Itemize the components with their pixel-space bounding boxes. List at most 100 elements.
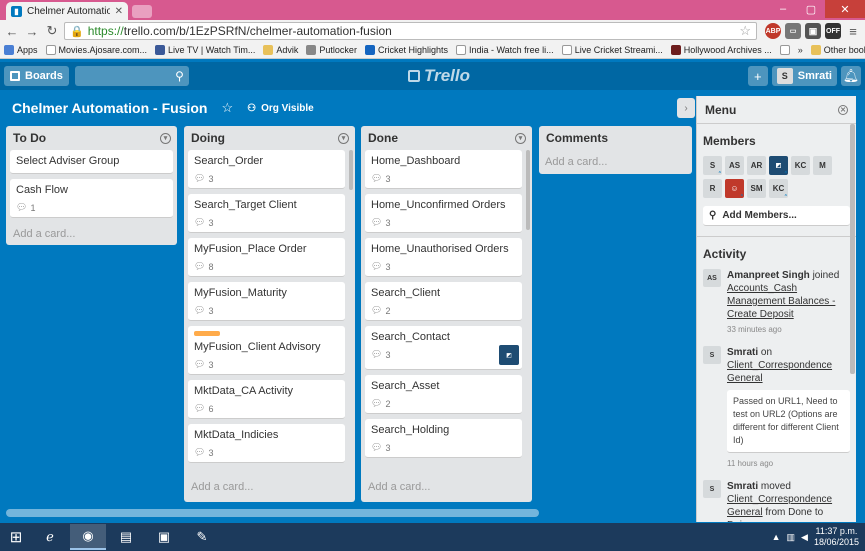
- activity-user[interactable]: Smrati: [727, 481, 758, 492]
- card[interactable]: Cash Flow 💬︎ 1: [10, 179, 173, 218]
- bookmark-item[interactable]: Advik: [263, 45, 298, 55]
- bookmark-item[interactable]: Movies.Ajosare.com...: [45, 45, 147, 55]
- avatar[interactable]: KC ⌃: [769, 179, 788, 200]
- card[interactable]: MyFusion_Place Order 💬︎ 8: [188, 238, 345, 277]
- avatar[interactable]: ◩ ⌃: [769, 156, 788, 177]
- windows-start-icon[interactable]: ⊞: [0, 523, 32, 551]
- extension-icon[interactable]: ▣: [805, 23, 821, 39]
- card[interactable]: MyFusion_Client Advisory 💬︎ 3: [188, 326, 345, 375]
- reload-icon[interactable]: ↻: [44, 23, 60, 39]
- list-menu-icon[interactable]: ▾: [160, 132, 171, 144]
- bookmark-item[interactable]: Live Cricket Streami...: [561, 45, 663, 55]
- sidebar-toggle-chevron-icon[interactable]: ›: [677, 98, 695, 118]
- close-icon[interactable]: ✕: [838, 104, 848, 115]
- avatar[interactable]: R: [703, 179, 722, 198]
- powerpoint-icon[interactable]: ▣: [146, 524, 182, 550]
- off-extension-icon[interactable]: OFF: [825, 23, 841, 39]
- avatar[interactable]: S: [703, 346, 721, 364]
- card[interactable]: MyFusion_Maturity 💬︎ 3: [188, 282, 345, 321]
- sidebar-scrollbar[interactable]: [850, 124, 855, 374]
- maximize-icon[interactable]: ▢: [797, 0, 825, 18]
- activity-user[interactable]: Amanpreet Singh: [727, 270, 810, 281]
- url-input[interactable]: 🔒 https://trello.com/b/1EzPSRfN/chelmer-…: [64, 22, 757, 40]
- card[interactable]: MktData_Indicies 💬︎ 3: [188, 424, 345, 463]
- avatar[interactable]: S ⌃: [703, 156, 722, 177]
- card[interactable]: Select Adviser Group: [10, 150, 173, 174]
- more-bookmarks-button[interactable]: »: [798, 45, 803, 55]
- activity-card-link[interactable]: Accounts_Cash Management Balances - Crea…: [727, 283, 835, 320]
- board-search-input[interactable]: ⚲: [74, 66, 189, 86]
- minimize-icon[interactable]: –: [769, 0, 797, 18]
- board-horizontal-scrollbar[interactable]: [6, 509, 539, 517]
- avatar[interactable]: AS: [703, 269, 721, 287]
- close-window-icon[interactable]: ✕: [825, 0, 865, 18]
- board-title[interactable]: Chelmer Automation - Fusion: [12, 100, 207, 116]
- user-menu-button[interactable]: S Smrati: [771, 66, 837, 86]
- browser-tab[interactable]: ▮ Chelmer Automation - Fu ✕: [6, 2, 128, 20]
- add-card-button[interactable]: Add a card...: [539, 150, 692, 174]
- file-explorer-icon[interactable]: ▤: [108, 524, 144, 550]
- card[interactable]: MktData_CA Activity 💬︎ 6: [188, 380, 345, 419]
- avatar[interactable]: S: [703, 480, 721, 498]
- bookmark-item[interactable]: India - Watch free li...: [455, 45, 554, 55]
- activity-card-link[interactable]: Client_Correspondence General: [727, 360, 832, 384]
- activity-user[interactable]: Smrati: [727, 347, 758, 358]
- add-members-button[interactable]: ⚲ Add Members...: [703, 206, 850, 226]
- avatar[interactable]: ☺ ⌃: [725, 179, 744, 200]
- chrome-icon[interactable]: ◉: [70, 524, 106, 550]
- clock[interactable]: 11:37 p.m. 18/06/2015: [814, 526, 859, 548]
- chrome-menu-icon[interactable]: ≡: [845, 23, 861, 39]
- internet-explorer-icon[interactable]: ℯ: [32, 524, 68, 550]
- card[interactable]: Search_Client 💬︎ 2: [365, 282, 522, 321]
- avatar[interactable]: AS: [725, 156, 744, 175]
- visibility-button[interactable]: ⚇ Org Visible: [247, 103, 314, 114]
- card[interactable]: Search_Target Client 💬︎ 3: [188, 194, 345, 233]
- list-menu-icon[interactable]: ▾: [515, 132, 526, 144]
- bookmark-item[interactable]: Cricket Highlights: [364, 45, 448, 55]
- notifications-bell-icon[interactable]: 🔔︎: [841, 66, 861, 86]
- card[interactable]: Search_Asset 💬︎ 2: [365, 375, 522, 414]
- network-icon[interactable]: ▥: [787, 532, 796, 543]
- cast-icon[interactable]: ▭: [785, 23, 801, 39]
- back-icon[interactable]: ←: [4, 23, 20, 39]
- avatar[interactable]: KC: [791, 156, 810, 175]
- bookmark-item[interactable]: Live TV | Watch Tim...: [155, 45, 255, 55]
- bookmark-item[interactable]: Hollywood Archives ...: [670, 45, 772, 55]
- star-icon[interactable]: ☆: [221, 100, 233, 116]
- other-bookmarks[interactable]: Other bookmarks: [810, 45, 865, 55]
- add-card-button[interactable]: Add a card...: [184, 476, 355, 498]
- adblock-icon[interactable]: ABP: [765, 23, 781, 39]
- bookmark-item[interactable]: Putlocker: [306, 45, 357, 55]
- card[interactable]: Search_Holding 💬︎ 3: [365, 419, 522, 458]
- avatar[interactable]: M: [813, 156, 832, 175]
- member-avatar[interactable]: ◩: [499, 345, 519, 365]
- avatar[interactable]: SM: [747, 179, 766, 198]
- add-button[interactable]: +: [747, 66, 768, 86]
- add-card-button[interactable]: Add a card...: [361, 476, 532, 498]
- forward-icon[interactable]: →: [24, 23, 40, 39]
- card[interactable]: Home_Unconfirmed Orders 💬︎ 3: [365, 194, 522, 233]
- card[interactable]: Home_Dashboard 💬︎ 3: [365, 150, 522, 189]
- tray-up-arrow-icon[interactable]: ▲: [772, 532, 781, 542]
- list-menu-icon[interactable]: ▾: [338, 132, 349, 144]
- trello-logo[interactable]: Trello: [408, 66, 470, 86]
- list-header[interactable]: Doing ▾: [184, 126, 355, 150]
- tab-close-icon[interactable]: ✕: [115, 6, 123, 17]
- boards-button[interactable]: Boards: [4, 66, 69, 86]
- card[interactable]: Search_Contact 💬︎ 3 ◩: [365, 326, 522, 370]
- card[interactable]: Search_Order 💬︎ 3: [188, 150, 345, 189]
- list-header[interactable]: To Do ▾: [6, 126, 177, 150]
- list-header[interactable]: Comments: [539, 126, 692, 150]
- paint-icon[interactable]: ✎: [184, 524, 220, 550]
- new-tab-button[interactable]: [132, 5, 152, 18]
- list-scrollbar[interactable]: [349, 150, 353, 190]
- card[interactable]: Home_Unauthorised Orders 💬︎ 3: [365, 238, 522, 277]
- bookmark-item[interactable]: [779, 45, 790, 55]
- bookmark-apps[interactable]: Apps: [4, 45, 38, 55]
- volume-icon[interactable]: ◀︎: [801, 532, 808, 543]
- avatar[interactable]: AR: [747, 156, 766, 175]
- bookmark-star-icon[interactable]: ☆: [739, 23, 751, 39]
- add-card-button[interactable]: Add a card...: [6, 223, 177, 245]
- list-scrollbar[interactable]: [526, 150, 530, 230]
- list-header[interactable]: Done ▾: [361, 126, 532, 150]
